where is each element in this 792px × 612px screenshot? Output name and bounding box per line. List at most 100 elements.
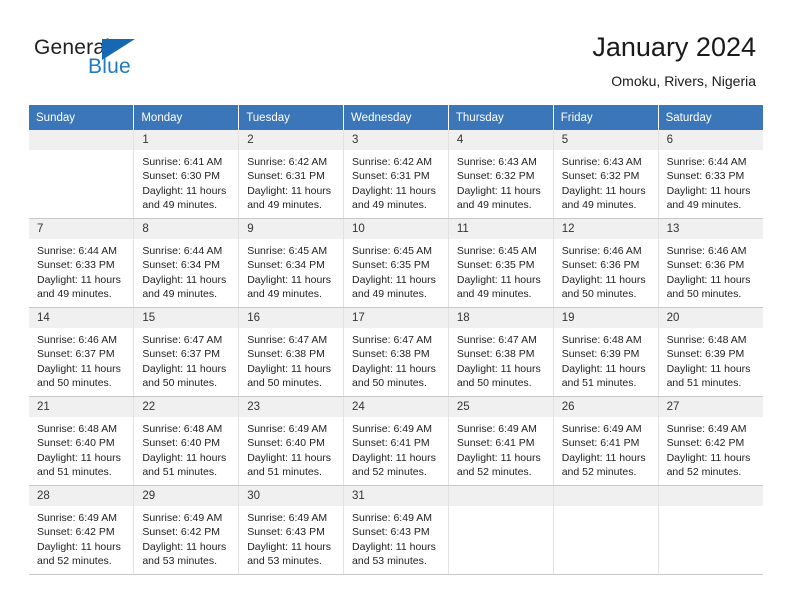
daylight-text-line2: and 52 minutes. <box>37 554 112 567</box>
day-cell[interactable]: 29 Sunrise: 6:49 AM Sunset: 6:42 PM Dayl… <box>133 485 240 575</box>
day-number: 18 <box>448 308 553 328</box>
day-cell[interactable]: 26 Sunrise: 6:49 AM Sunset: 6:41 PM Dayl… <box>553 396 659 486</box>
daylight-text-line1: Daylight: 11 hours <box>456 451 541 464</box>
sunrise-text: Sunrise: 6:48 AM <box>666 334 747 346</box>
daylight-text-line2: and 52 minutes. <box>352 465 427 478</box>
day-cell[interactable] <box>29 130 135 219</box>
sunset-text: Sunset: 6:43 PM <box>247 526 325 539</box>
generalblue-logo[interactable]: General Blue <box>34 36 214 86</box>
day-number: 24 <box>344 397 448 417</box>
day-cell[interactable]: 8 Sunrise: 6:44 AM Sunset: 6:34 PM Dayli… <box>133 218 240 308</box>
sunrise-text: Sunrise: 6:49 AM <box>666 423 747 435</box>
daylight-text-line2: and 50 minutes. <box>666 287 742 300</box>
daylight-text-line1: Daylight: 11 hours <box>456 273 541 286</box>
sunset-text: Sunset: 6:37 PM <box>142 348 220 361</box>
daylight-text-line2: and 49 minutes. <box>142 287 218 300</box>
day-cell[interactable]: 7 Sunrise: 6:44 AM Sunset: 6:33 PM Dayli… <box>29 218 135 308</box>
daylight-text-line1: Daylight: 11 hours <box>37 362 121 375</box>
daylight-text-line1: Daylight: 11 hours <box>142 273 227 286</box>
sunset-text: Sunset: 6:41 PM <box>352 437 430 450</box>
page-title: January 2024 <box>592 32 756 62</box>
day-cell[interactable]: 25 Sunrise: 6:49 AM Sunset: 6:41 PM Dayl… <box>448 396 554 486</box>
sunrise-text: Sunrise: 6:48 AM <box>37 423 117 435</box>
day-cell[interactable]: 4 Sunrise: 6:43 AM Sunset: 6:32 PM Dayli… <box>448 130 554 219</box>
day-details: Sunrise: 6:45 AM Sunset: 6:35 PM Dayligh… <box>449 239 553 301</box>
day-cell[interactable]: 6 Sunrise: 6:44 AM Sunset: 6:33 PM Dayli… <box>658 130 763 219</box>
sunrise-text: Sunrise: 6:49 AM <box>142 512 223 524</box>
sunrise-text: Sunrise: 6:49 AM <box>37 512 117 524</box>
day-cell[interactable]: 21 Sunrise: 6:48 AM Sunset: 6:40 PM Dayl… <box>29 396 135 486</box>
day-number: 26 <box>553 397 658 417</box>
calendar-week-row: 1 Sunrise: 6:41 AM Sunset: 6:30 PM Dayli… <box>29 130 763 219</box>
day-number: 16 <box>239 308 344 328</box>
day-cell[interactable] <box>658 485 763 575</box>
day-cell[interactable]: 22 Sunrise: 6:48 AM Sunset: 6:40 PM Dayl… <box>133 396 240 486</box>
day-cell[interactable]: 18 Sunrise: 6:47 AM Sunset: 6:38 PM Dayl… <box>448 307 554 397</box>
day-details: Sunrise: 6:48 AM Sunset: 6:39 PM Dayligh… <box>659 328 763 390</box>
daylight-text-line1: Daylight: 11 hours <box>142 540 227 553</box>
day-details: Sunrise: 6:47 AM Sunset: 6:37 PM Dayligh… <box>134 328 238 390</box>
day-cell[interactable]: 16 Sunrise: 6:47 AM Sunset: 6:38 PM Dayl… <box>238 307 345 397</box>
sunset-text: Sunset: 6:38 PM <box>247 348 325 361</box>
day-cell[interactable]: 27 Sunrise: 6:49 AM Sunset: 6:42 PM Dayl… <box>658 396 763 486</box>
day-number: 14 <box>29 308 134 328</box>
day-cell[interactable]: 3 Sunrise: 6:42 AM Sunset: 6:31 PM Dayli… <box>343 130 449 219</box>
daylight-text-line1: Daylight: 11 hours <box>142 184 227 197</box>
sunset-text: Sunset: 6:36 PM <box>561 259 640 272</box>
day-cell[interactable]: 23 Sunrise: 6:49 AM Sunset: 6:40 PM Dayl… <box>238 396 345 486</box>
day-cell[interactable]: 17 Sunrise: 6:47 AM Sunset: 6:38 PM Dayl… <box>343 307 449 397</box>
day-cell[interactable]: 24 Sunrise: 6:49 AM Sunset: 6:41 PM Dayl… <box>343 396 449 486</box>
sunrise-text: Sunrise: 6:42 AM <box>247 156 328 168</box>
sunset-text: Sunset: 6:38 PM <box>456 348 535 361</box>
sunset-text: Sunset: 6:43 PM <box>352 526 430 539</box>
sunset-text: Sunset: 6:33 PM <box>666 170 745 183</box>
day-cell[interactable]: 30 Sunrise: 6:49 AM Sunset: 6:43 PM Dayl… <box>238 485 345 575</box>
day-cell[interactable] <box>448 485 554 575</box>
sunset-text: Sunset: 6:32 PM <box>561 170 640 183</box>
sunrise-text: Sunrise: 6:43 AM <box>561 156 642 168</box>
day-cell[interactable]: 12 Sunrise: 6:46 AM Sunset: 6:36 PM Dayl… <box>553 218 659 308</box>
day-cell[interactable]: 10 Sunrise: 6:45 AM Sunset: 6:35 PM Dayl… <box>343 218 449 308</box>
day-cell[interactable]: 31 Sunrise: 6:49 AM Sunset: 6:43 PM Dayl… <box>343 485 449 575</box>
day-cell[interactable]: 1 Sunrise: 6:41 AM Sunset: 6:30 PM Dayli… <box>133 130 240 219</box>
sunrise-text: Sunrise: 6:44 AM <box>666 156 747 168</box>
day-details: Sunrise: 6:48 AM Sunset: 6:40 PM Dayligh… <box>29 417 133 479</box>
daylight-text-line2: and 49 minutes. <box>352 287 427 300</box>
day-cell[interactable] <box>553 485 659 575</box>
sunrise-text: Sunrise: 6:44 AM <box>142 245 223 257</box>
day-details: Sunrise: 6:49 AM Sunset: 6:40 PM Dayligh… <box>239 417 343 479</box>
weekday-header-saturday: Saturday <box>658 105 763 130</box>
daylight-text-line2: and 53 minutes. <box>352 554 427 567</box>
day-cell[interactable]: 20 Sunrise: 6:48 AM Sunset: 6:39 PM Dayl… <box>658 307 763 397</box>
daylight-text-line1: Daylight: 11 hours <box>247 273 332 286</box>
day-number: 27 <box>658 397 763 417</box>
daylight-text-line2: and 50 minutes. <box>352 376 427 389</box>
daylight-text-line1: Daylight: 11 hours <box>456 362 541 375</box>
sunrise-text: Sunrise: 6:47 AM <box>247 334 328 346</box>
daylight-text-line1: Daylight: 11 hours <box>666 184 751 197</box>
day-cell[interactable]: 15 Sunrise: 6:47 AM Sunset: 6:37 PM Dayl… <box>133 307 240 397</box>
day-cell[interactable]: 11 Sunrise: 6:45 AM Sunset: 6:35 PM Dayl… <box>448 218 554 308</box>
day-cell[interactable]: 5 Sunrise: 6:43 AM Sunset: 6:32 PM Dayli… <box>553 130 659 219</box>
sunrise-text: Sunrise: 6:42 AM <box>352 156 432 168</box>
sunrise-text: Sunrise: 6:49 AM <box>561 423 642 435</box>
sunrise-text: Sunrise: 6:49 AM <box>247 423 328 435</box>
daylight-text-line1: Daylight: 11 hours <box>247 362 332 375</box>
daylight-text-line2: and 50 minutes. <box>37 376 112 389</box>
day-cell[interactable]: 14 Sunrise: 6:46 AM Sunset: 6:37 PM Dayl… <box>29 307 135 397</box>
weekday-header-wednesday: Wednesday <box>343 105 449 130</box>
day-details: Sunrise: 6:49 AM Sunset: 6:42 PM Dayligh… <box>659 417 763 479</box>
day-cell[interactable]: 19 Sunrise: 6:48 AM Sunset: 6:39 PM Dayl… <box>553 307 659 397</box>
sunset-text: Sunset: 6:41 PM <box>561 437 640 450</box>
day-cell[interactable]: 28 Sunrise: 6:49 AM Sunset: 6:42 PM Dayl… <box>29 485 135 575</box>
day-number: 25 <box>448 397 553 417</box>
day-cell[interactable]: 13 Sunrise: 6:46 AM Sunset: 6:36 PM Dayl… <box>658 218 763 308</box>
daylight-text-line2: and 51 minutes. <box>37 465 112 478</box>
calendar-page: General Blue January 2024 Omoku, Rivers,… <box>0 0 792 612</box>
day-cell[interactable]: 9 Sunrise: 6:45 AM Sunset: 6:34 PM Dayli… <box>238 218 345 308</box>
day-cell[interactable]: 2 Sunrise: 6:42 AM Sunset: 6:31 PM Dayli… <box>238 130 345 219</box>
day-details <box>554 506 658 511</box>
day-number <box>658 486 763 506</box>
day-number: 30 <box>239 486 344 506</box>
daylight-text-line2: and 49 minutes. <box>561 198 637 211</box>
